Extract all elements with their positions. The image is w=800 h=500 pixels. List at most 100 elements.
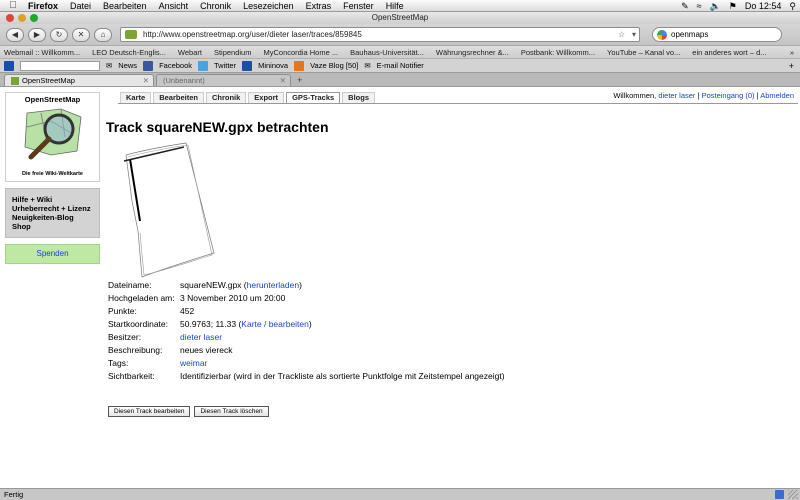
addon-logo-icon[interactable]	[4, 60, 14, 71]
menu-fenster[interactable]: Fenster	[343, 1, 374, 11]
track-actions: Diesen Track bearbeiten Diesen Track lös…	[108, 406, 269, 417]
apple-icon[interactable]: 	[6, 0, 20, 11]
addon-email-notifier[interactable]: E-mail Notifier	[377, 61, 424, 70]
tab-gps-tracks[interactable]: GPS-Tracks	[286, 92, 341, 103]
volume-icon[interactable]: 🔈	[710, 1, 721, 12]
download-link[interactable]: herunterladen	[247, 280, 299, 290]
detail-key: Dateiname:	[108, 280, 152, 290]
clock[interactable]: Do 12:54	[745, 1, 782, 11]
tab-export[interactable]: Export	[248, 92, 285, 103]
search-value: openmaps	[671, 30, 709, 39]
osm-logo[interactable]: OpenStreetMap Die freie Wiki-Weltkarte	[5, 92, 100, 182]
edit-track-button[interactable]: Diesen Track bearbeiten	[108, 406, 191, 417]
menu-lesezeichen[interactable]: Lesezeichen	[243, 1, 294, 11]
addon-twitter[interactable]: Twitter	[214, 61, 236, 70]
detail-value: dieter laser	[180, 332, 505, 345]
detail-key: Punkte:	[108, 306, 137, 316]
bookmark-item[interactable]: Währungsrechner &...	[436, 48, 509, 57]
addon-select[interactable]	[20, 60, 100, 71]
tab-bearbeiten[interactable]: Bearbeiten	[153, 92, 204, 103]
close-tab-icon[interactable]: ✕	[280, 75, 286, 86]
bookmark-item[interactable]: Webmail :: Willkomm...	[4, 48, 80, 57]
url-bar[interactable]: http://www.openstreetmap.org/user/dieter…	[120, 27, 640, 42]
detail-row: Dateiname: squareNEW.gpx (herunterladen)	[108, 280, 505, 293]
user-link[interactable]: dieter laser	[658, 91, 695, 100]
addon-vaze-blog[interactable]: Vaze Blog [50]	[310, 61, 358, 70]
inbox-link[interactable]: Posteingang (0)	[702, 91, 755, 100]
spotlight-icon[interactable]: ⚲	[789, 1, 796, 12]
facebook-icon	[143, 60, 154, 71]
delete-track-button[interactable]: Diesen Track löschen	[194, 406, 269, 417]
addon-mininova[interactable]: Mininova	[258, 61, 288, 70]
owner-link[interactable]: dieter laser	[180, 332, 222, 342]
resize-grip-icon[interactable]	[788, 490, 798, 499]
window-title: OpenStreetMap	[371, 13, 429, 22]
bookmark-item[interactable]: Bauhaus-Universität...	[350, 48, 424, 57]
bookmark-item[interactable]: Postbank: Willkomm...	[521, 48, 595, 57]
page-title: Track squareNEW.gpx betrachten	[106, 119, 329, 135]
back-icon[interactable]: ◀	[6, 27, 24, 42]
stop-icon[interactable]: ✕	[72, 27, 90, 42]
minimize-window-icon[interactable]	[18, 14, 26, 22]
menu-chronik[interactable]: Chronik	[200, 1, 231, 11]
addon-plus-icon[interactable]: +	[789, 61, 794, 71]
addon-bar: ✉ News Facebook Twitter Mininova Vaze Bl…	[0, 58, 800, 72]
detail-key: Sichtbarkeit:	[108, 371, 155, 381]
bookmark-item[interactable]: ein anderes wort – d...	[692, 48, 766, 57]
nav-divider	[118, 103, 798, 104]
menu-ansicht[interactable]: Ansicht	[159, 1, 189, 11]
clipboard-icon[interactable]: ✎	[681, 1, 689, 12]
osm-favicon-icon	[11, 77, 19, 86]
filename-value: squareNEW.gpx	[180, 280, 242, 290]
rss-icon	[294, 60, 305, 71]
wifi-icon[interactable]: ≈	[697, 1, 702, 11]
addon-facebook[interactable]: Facebook	[159, 61, 192, 70]
new-tab-icon[interactable]: +	[293, 74, 306, 86]
detail-value: 50.9763; 11.33 (Karte / bearbeiten)	[180, 319, 312, 329]
detail-key: Besitzer:	[108, 332, 142, 342]
detail-row: Hochgeladen am: 3 November 2010 um 20:00	[108, 293, 505, 306]
greeting-prefix: Willkommen,	[613, 91, 657, 100]
tab-chronik[interactable]: Chronik	[205, 92, 247, 103]
link-help-wiki[interactable]: Hilfe + Wiki	[12, 195, 93, 204]
bookmark-item[interactable]: YouTube – Kanal vo...	[607, 48, 680, 57]
menu-hilfe[interactable]: Hilfe	[386, 1, 404, 11]
close-tab-icon[interactable]: ✕	[143, 75, 149, 86]
menu-app-name[interactable]: Firefox	[28, 1, 58, 11]
forward-icon[interactable]: ▶	[28, 27, 46, 42]
menu-datei[interactable]: Datei	[70, 1, 91, 11]
url-dropdown-icon[interactable]: ▾	[632, 28, 636, 41]
bookmark-item[interactable]: Webart	[178, 48, 202, 57]
bookmark-star-icon[interactable]: ☆	[618, 28, 625, 41]
reload-icon[interactable]: ↻	[50, 27, 68, 42]
track-preview-image	[123, 142, 215, 278]
tab-blogs[interactable]: Blogs	[342, 92, 376, 103]
tab-openstreetmap[interactable]: OpenStreetMap ✕	[4, 74, 154, 86]
twitter-icon	[198, 60, 208, 71]
addon-news[interactable]: News	[118, 61, 137, 70]
status-addon-icon[interactable]	[775, 490, 784, 499]
bookmark-item[interactable]: LEO Deutsch-Englis...	[92, 48, 166, 57]
logout-link[interactable]: Abmelden	[760, 91, 794, 100]
detail-key: Tags:	[108, 358, 129, 368]
tag-link[interactable]: weimar	[180, 358, 207, 368]
link-news-blog[interactable]: Neuigkeiten-Blog	[12, 213, 93, 222]
tab-unbenannt[interactable]: (Unbenannt) ✕	[156, 74, 291, 86]
menu-bearbeiten[interactable]: Bearbeiten	[103, 1, 147, 11]
donate-button[interactable]: Spenden	[5, 244, 100, 264]
close-window-icon[interactable]	[6, 14, 14, 22]
link-copyright[interactable]: Urheberrecht + Lizenz	[12, 204, 93, 213]
home-icon[interactable]: ⌂	[94, 27, 112, 42]
link-shop[interactable]: Shop	[12, 222, 93, 231]
zoom-window-icon[interactable]	[30, 14, 38, 22]
tab-karte[interactable]: Karte	[120, 92, 152, 103]
bookmark-item[interactable]: MyConcordia Home ...	[263, 48, 338, 57]
bookmarks-overflow-icon[interactable]: »	[790, 48, 794, 57]
bookmark-item[interactable]: Stipendium	[214, 48, 252, 57]
menu-extras[interactable]: Extras	[306, 1, 332, 11]
map-edit-link[interactable]: Karte / bearbeiten	[241, 319, 309, 329]
mininova-icon	[242, 60, 253, 71]
search-bar[interactable]: openmaps	[652, 27, 782, 42]
detail-row: Besitzer: dieter laser	[108, 332, 505, 345]
flag-icon[interactable]: ⚑	[729, 1, 737, 12]
